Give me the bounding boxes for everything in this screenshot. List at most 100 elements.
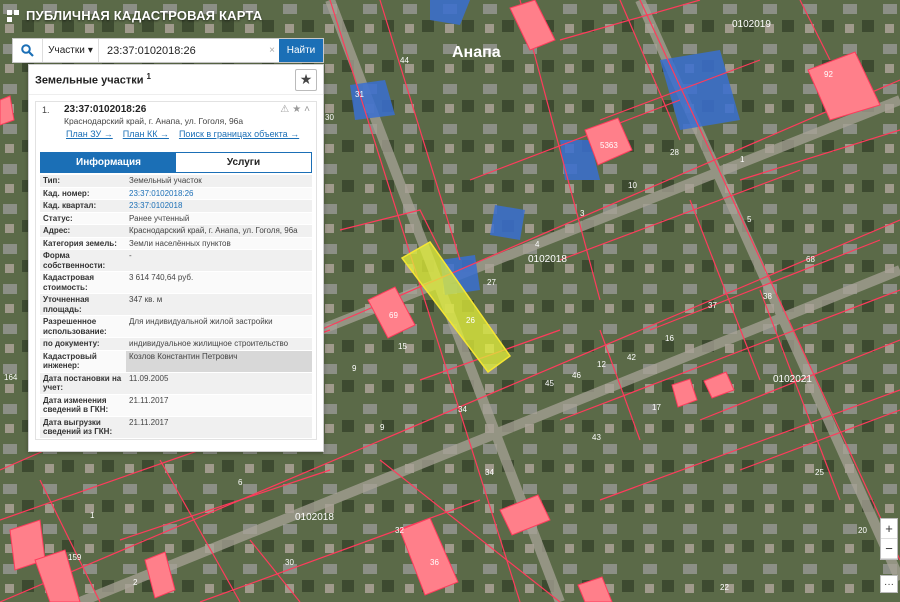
attribute-value: Козлов Константин Петрович bbox=[126, 350, 312, 372]
object-type-label: Участки bbox=[48, 45, 85, 56]
attribute-value: индивидуальное жилищное строительство bbox=[129, 339, 289, 348]
quarter-label: 0102021 bbox=[773, 374, 812, 385]
parcel-label: 68 bbox=[806, 255, 815, 264]
card-icons: ⚠ ★ ˄ bbox=[280, 104, 310, 115]
attribute-row: Категория земель: Земли населённых пункто… bbox=[40, 237, 312, 250]
zoom-out-button[interactable]: − bbox=[881, 539, 897, 559]
parcel-label: 30 bbox=[285, 558, 294, 567]
attribute-key: Разрешенное использование: bbox=[43, 317, 107, 336]
attribute-row: Адрес: Краснодарский край, г. Анапа, ул. … bbox=[40, 225, 312, 238]
logo-icon bbox=[7, 9, 19, 22]
search-icon[interactable] bbox=[13, 39, 43, 62]
parcel-label: 15 bbox=[398, 342, 407, 351]
attribute-row: Форма собственности: - bbox=[40, 250, 312, 272]
parcel-label: 43 bbox=[592, 433, 601, 442]
city-label: Анапа bbox=[452, 44, 501, 61]
attribute-row: по документу: индивидуальное жилищное стр… bbox=[40, 338, 312, 351]
attribute-key: Адрес: bbox=[43, 226, 71, 235]
attribute-value: Земли населённых пунктов bbox=[129, 238, 231, 248]
attribute-key: Категория земель: bbox=[43, 238, 117, 248]
parcel-label: 92 bbox=[824, 70, 833, 79]
results-title: Земельные участки 1 bbox=[35, 72, 151, 87]
attribute-row: Кад. номер: 23:37:0102018:26 bbox=[40, 187, 312, 200]
attribute-row: Кадастровый инженер: Козлов Константин Пе… bbox=[40, 350, 312, 373]
parcel-label: 36 bbox=[430, 558, 439, 567]
quarter-label: 0102019 bbox=[732, 19, 771, 30]
parcel-label: 22 bbox=[720, 583, 729, 592]
attribute-value: Краснодарский край, г. Анапа, ул. Гоголя… bbox=[129, 226, 298, 235]
parcel-label: 69 bbox=[389, 311, 398, 320]
find-button[interactable]: Найти bbox=[279, 39, 323, 62]
attribute-key: Статус: bbox=[43, 213, 73, 223]
parcel-label: 27 bbox=[487, 278, 496, 287]
parcel-label: 5 bbox=[747, 215, 752, 224]
results-count: 1 bbox=[146, 72, 151, 82]
attribute-value: - bbox=[129, 251, 132, 260]
chevron-up-icon[interactable]: ˄ bbox=[304, 104, 310, 115]
parcel-label: 38 bbox=[763, 292, 772, 301]
attribute-key: Форма собственности: bbox=[43, 251, 106, 270]
clear-icon[interactable]: × bbox=[265, 39, 279, 62]
parcel-label: 3 bbox=[580, 209, 585, 218]
parcel-label: 42 bbox=[627, 353, 636, 362]
search-panel: Участки ▾ × Найти bbox=[12, 38, 324, 63]
attribute-row: Тип: Земельный участок bbox=[40, 175, 312, 188]
warning-icon[interactable]: ⚠ bbox=[280, 104, 289, 115]
parcel-label: 16 bbox=[665, 334, 674, 343]
tab-information[interactable]: Информация bbox=[41, 153, 176, 172]
parcel-label: 20 bbox=[858, 526, 867, 535]
parcel-label: 37 bbox=[708, 301, 717, 310]
plan-zu-link[interactable]: План ЗУ → bbox=[66, 129, 113, 139]
attribute-value: Земельный участок bbox=[129, 176, 202, 185]
parcel-label: 25 bbox=[815, 468, 824, 477]
zoom-control: + − bbox=[880, 518, 898, 560]
parcel-label: 5363 bbox=[600, 141, 618, 150]
parcel-label: 9 bbox=[352, 364, 357, 373]
attribute-value: 3 614 740,64 руб. bbox=[129, 273, 194, 282]
attribute-row: Дата выгрузки сведений из ГКН: 21.11.2017 bbox=[40, 416, 312, 439]
quarter-label: 0102018 bbox=[528, 254, 567, 265]
attribute-key: Уточненная площадь: bbox=[43, 295, 90, 314]
attribute-key: Дата выгрузки сведений из ГКН: bbox=[43, 417, 113, 437]
attribute-key: Дата постановки на учет: bbox=[43, 373, 122, 393]
result-cad-number[interactable]: 23:37:0102018:26 bbox=[64, 104, 146, 115]
zoom-in-button[interactable]: + bbox=[881, 519, 897, 539]
attribute-row: Кад. квартал: 23:37:0102018 bbox=[40, 200, 312, 213]
attribute-value: 21.11.2017 bbox=[129, 395, 169, 405]
plan-kk-link[interactable]: План КК → bbox=[123, 129, 169, 139]
attribute-key: Дата изменения сведений в ГКН: bbox=[43, 395, 109, 415]
more-options-button[interactable]: ··· bbox=[880, 575, 898, 593]
card-tabs: Информация Услуги bbox=[40, 152, 312, 173]
parcel-label: 44 bbox=[400, 56, 409, 65]
attribute-table: Тип: Земельный участок Кад. номер: 23:37:01… bbox=[40, 175, 312, 439]
parcel-label: 32 bbox=[395, 526, 404, 535]
attribute-value: 21.11.2017 bbox=[129, 417, 169, 427]
attribute-value[interactable]: 23:37:0102018:26 bbox=[126, 188, 312, 200]
parcel-label: 46 bbox=[572, 371, 581, 380]
result-address: Краснодарский край, г. Анапа, ул. Гоголя… bbox=[64, 116, 244, 126]
star-icon[interactable]: ★ bbox=[292, 104, 301, 115]
parcel-label: 164 bbox=[4, 373, 18, 382]
attribute-value: 347 кв. м bbox=[129, 295, 163, 304]
search-bar: Участки ▾ × Найти bbox=[12, 38, 324, 63]
attribute-key: Кад. номер: bbox=[43, 188, 90, 198]
results-panel: Земельные участки 1 ★ 1. 23:37:0102018:2… bbox=[28, 64, 324, 452]
parcel-label: 6 bbox=[238, 478, 243, 487]
parcel-label: 45 bbox=[545, 379, 554, 388]
parcel-label: 4 bbox=[535, 240, 540, 249]
attribute-row: Кадастровая стоимость: 3 614 740,64 руб. bbox=[40, 272, 312, 294]
chevron-down-icon: ▾ bbox=[87, 45, 93, 56]
tab-services[interactable]: Услуги bbox=[176, 153, 311, 172]
attribute-value[interactable]: 23:37:0102018 bbox=[126, 200, 312, 212]
quarter-label: 0102018 bbox=[295, 512, 334, 523]
parcel-label: 31 bbox=[355, 90, 364, 99]
search-input[interactable] bbox=[99, 39, 265, 62]
parcel-label: 1 bbox=[90, 511, 95, 520]
object-type-select[interactable]: Участки ▾ bbox=[43, 39, 99, 62]
search-in-bounds-link[interactable]: Поиск в границах объекта → bbox=[179, 129, 299, 139]
app-title: ПУБЛИЧНАЯ КАДАСТРОВАЯ КАРТА bbox=[26, 8, 263, 23]
parcel-label: 17 bbox=[652, 403, 661, 412]
parcel-label: 1 bbox=[740, 155, 745, 164]
favorite-star-icon[interactable]: ★ bbox=[295, 68, 317, 91]
attribute-key: Кад. квартал: bbox=[43, 201, 97, 210]
